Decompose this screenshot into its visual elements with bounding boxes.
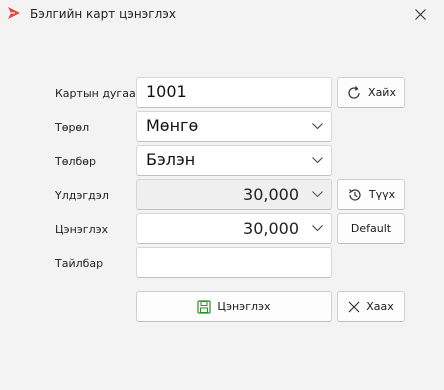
type-label: Төрөл — [55, 121, 90, 134]
card-number-input[interactable]: 1001 — [136, 77, 332, 108]
balance-value: 30,000 — [243, 185, 299, 204]
search-button[interactable]: Хайх — [337, 77, 405, 108]
window-close-button[interactable] — [408, 2, 434, 28]
history-icon — [348, 188, 361, 201]
recharge-amount-input[interactable]: 30,000 — [136, 213, 332, 244]
recharge-label: Цэнэглэх — [55, 223, 109, 236]
close-button-label: Хаах — [366, 300, 394, 313]
recharge-button[interactable]: Цэнэглэх — [136, 291, 332, 322]
default-button-label: Default — [350, 222, 392, 235]
close-button[interactable]: Хаах — [337, 291, 405, 322]
save-icon — [197, 299, 212, 314]
history-button[interactable]: Түүх — [337, 179, 405, 210]
note-label: Тайлбар — [55, 257, 104, 270]
card-number-label: Картын дугаар — [55, 87, 143, 100]
default-button[interactable]: Default — [337, 213, 405, 244]
balance-field: 30,000 — [136, 179, 332, 210]
type-value: Мөнгө — [146, 116, 199, 135]
card-number-value: 1001 — [146, 82, 187, 101]
type-select[interactable]: Мөнгө — [136, 111, 332, 142]
search-button-label: Хайх — [368, 86, 396, 99]
title-bar: Бэлгийн карт цэнэглэх — [0, 0, 444, 32]
note-input[interactable] — [136, 247, 332, 278]
recharge-value: 30,000 — [243, 219, 299, 238]
app-logo-icon — [8, 7, 20, 19]
chevron-down-icon — [312, 225, 323, 232]
chevron-down-icon — [312, 157, 323, 164]
payment-label: Төлбөр — [55, 155, 96, 168]
recharge-button-label: Цэнэглэх — [217, 300, 271, 313]
history-button-label: Түүх — [368, 188, 396, 201]
refresh-icon — [348, 85, 360, 99]
balance-label: Үлдэгдэл — [55, 189, 109, 202]
close-icon — [348, 301, 360, 312]
close-icon — [415, 9, 426, 20]
chevron-down-icon — [312, 123, 323, 130]
payment-select[interactable]: Бэлэн — [136, 145, 332, 176]
chevron-down-icon — [312, 191, 323, 198]
window-title: Бэлгийн карт цэнэглэх — [30, 7, 176, 21]
payment-value: Бэлэн — [146, 150, 196, 169]
